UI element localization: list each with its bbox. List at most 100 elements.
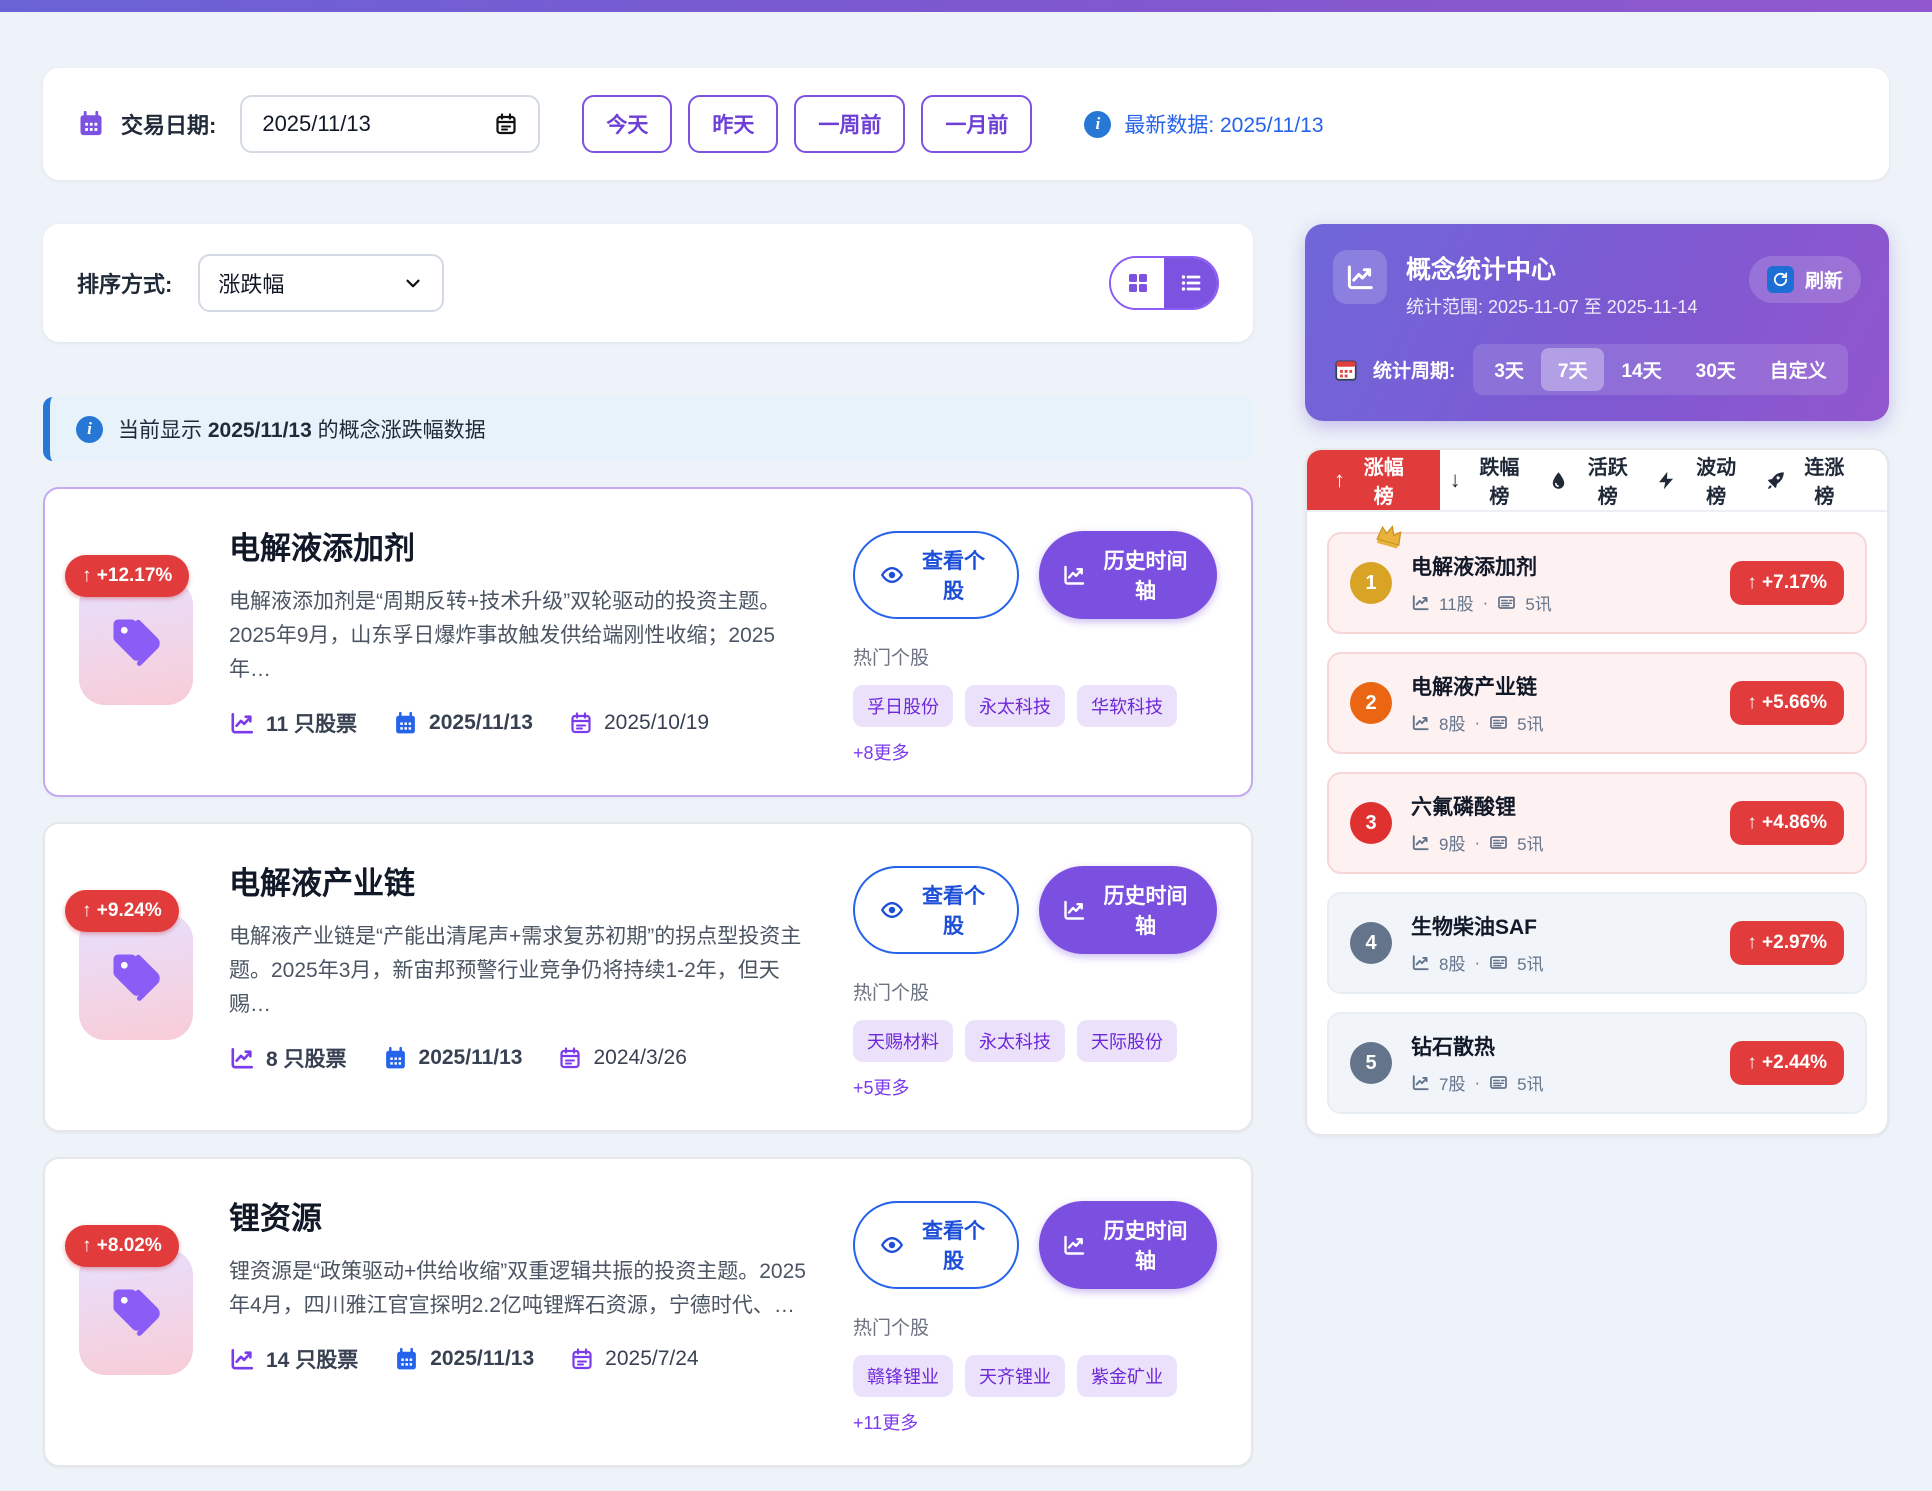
concept-card: ↑ +8.02% 锂资源 锂资源是“政策驱动+供给收缩”双重逻辑共振的投资主题。… xyxy=(43,1157,1253,1467)
view-stocks-button[interactable]: 查看个股 xyxy=(853,531,1019,619)
concept-icon-wrap: ↑ +12.17% xyxy=(79,579,193,705)
quick-today-button[interactable]: 今天 xyxy=(582,95,672,153)
stock-tag[interactable]: 永太科技 xyxy=(965,685,1065,727)
date-filter-card: 交易日期: 2025/11/13 今天 昨天 一周前 一月前 i 最新数据: 2… xyxy=(43,68,1889,180)
period-30d-button[interactable]: 30天 xyxy=(1679,348,1753,391)
update-date: 2025/11/13 xyxy=(394,1347,534,1372)
tab-volatility[interactable]: 波动榜 xyxy=(1646,450,1754,510)
period-14d-button[interactable]: 14天 xyxy=(1604,348,1678,391)
list-icon xyxy=(1179,271,1203,295)
ranking-tabs: ↑ 涨幅榜 ↓ 跌幅榜 活跃榜 波动榜 xyxy=(1307,450,1887,512)
view-stocks-button[interactable]: 查看个股 xyxy=(853,866,1019,954)
create-date: 2025/7/24 xyxy=(570,1347,698,1371)
news-icon xyxy=(1489,953,1508,972)
rank-change-badge: ↑ +7.17% xyxy=(1730,561,1844,605)
stock-tag[interactable]: 华软科技 xyxy=(1077,685,1177,727)
ranking-list: 1 电解液添加剂 11股 · 5讯 ↑ +7.17% xyxy=(1307,512,1887,1134)
dot-separator: · xyxy=(1474,1073,1480,1093)
stock-tag[interactable]: 孚日股份 xyxy=(853,685,953,727)
rank-stock-count: 11股 xyxy=(1439,590,1474,615)
more-stocks-link[interactable]: +8更多 xyxy=(853,739,910,765)
news-icon xyxy=(1489,833,1508,852)
history-timeline-button[interactable]: 历史时间轴 xyxy=(1039,1201,1217,1289)
rank-item[interactable]: 1 电解液添加剂 11股 · 5讯 ↑ +7.17% xyxy=(1327,532,1867,634)
date-input-value: 2025/11/13 xyxy=(262,111,370,137)
top-accent-bar xyxy=(0,0,1932,12)
stock-tag[interactable]: 永太科技 xyxy=(965,1020,1065,1062)
eye-icon xyxy=(880,898,904,922)
view-toggle xyxy=(1109,256,1219,310)
crown-icon xyxy=(1371,516,1408,553)
sort-select[interactable]: 涨跌幅 xyxy=(198,254,444,312)
grid-icon xyxy=(1126,271,1150,295)
ranking-card: ↑ 涨幅榜 ↓ 跌幅榜 活跃榜 波动榜 xyxy=(1305,448,1889,1136)
quick-week-ago-button[interactable]: 一周前 xyxy=(794,95,905,153)
concept-title: 锂资源 xyxy=(229,1193,817,1238)
stock-tag[interactable]: 天际股份 xyxy=(1077,1020,1177,1062)
chart-line-icon xyxy=(1411,833,1430,852)
stock-tag[interactable]: 天齐锂业 xyxy=(965,1355,1065,1397)
rank-item[interactable]: 4 生物柴油SAF 8股 · 5讯 ↑ +2.97% xyxy=(1327,892,1867,994)
news-icon xyxy=(1497,593,1516,612)
refresh-icon xyxy=(1767,266,1794,293)
period-pills: 3天 7天 14天 30天 自定义 xyxy=(1473,344,1847,395)
arrow-down-icon: ↓ xyxy=(1450,467,1461,493)
stock-count: 8 只股票 xyxy=(229,1043,347,1073)
chart-line-icon xyxy=(1062,563,1086,587)
tab-gainers[interactable]: ↑ 涨幅榜 xyxy=(1307,450,1440,510)
rank-item[interactable]: 5 钻石散热 7股 · 5讯 ↑ +2.44% xyxy=(1327,1012,1867,1114)
view-stocks-button[interactable]: 查看个股 xyxy=(853,1201,1019,1289)
period-custom-button[interactable]: 自定义 xyxy=(1753,348,1844,391)
concept-title: 电解液产业链 xyxy=(229,858,817,903)
droplet-icon xyxy=(1548,470,1569,491)
news-icon xyxy=(1489,713,1508,732)
panel-range: 统计范围: 2025-11-07 至 2025-11-14 xyxy=(1406,293,1697,319)
more-stocks-link[interactable]: +5更多 xyxy=(853,1074,910,1100)
rank-change-badge: ↑ +5.66% xyxy=(1730,681,1844,725)
date-input[interactable]: 2025/11/13 xyxy=(240,95,540,153)
tab-losers[interactable]: ↓ 跌幅榜 xyxy=(1440,450,1539,510)
list-view-button[interactable] xyxy=(1164,258,1217,308)
period-3d-button[interactable]: 3天 xyxy=(1477,348,1541,391)
concept-icon-wrap: ↑ +9.24% xyxy=(79,914,193,1040)
latest-data-info: i 最新数据: 2025/11/13 xyxy=(1084,109,1323,139)
period-7d-button[interactable]: 7天 xyxy=(1541,348,1605,391)
chart-line-icon xyxy=(1411,1073,1430,1092)
grid-view-button[interactable] xyxy=(1111,258,1164,308)
rank-news-count: 5讯 xyxy=(1517,950,1543,975)
tab-streak[interactable]: 连涨榜 xyxy=(1755,450,1863,510)
stock-tag[interactable]: 赣锋锂业 xyxy=(853,1355,953,1397)
calendar-icon xyxy=(570,1347,594,1371)
rank-stock-count: 8股 xyxy=(1439,950,1465,975)
rank-item[interactable]: 3 六氟磷酸锂 9股 · 5讯 ↑ +4.86% xyxy=(1327,772,1867,874)
create-date: 2024/3/26 xyxy=(558,1046,686,1070)
concept-card: ↑ +12.17% 电解液添加剂 电解液添加剂是“周期反转+技术升级”双轮驱动的… xyxy=(43,487,1253,797)
tab-active[interactable]: 活跃榜 xyxy=(1538,450,1646,510)
panel-title: 概念统计中心 xyxy=(1406,250,1697,286)
stock-tag[interactable]: 天赐材料 xyxy=(853,1020,953,1062)
history-timeline-button[interactable]: 历史时间轴 xyxy=(1039,531,1217,619)
quick-month-ago-button[interactable]: 一月前 xyxy=(921,95,1032,153)
dot-separator: · xyxy=(1483,593,1489,613)
stock-count: 14 只股票 xyxy=(229,1344,358,1374)
lightning-icon xyxy=(1656,470,1677,491)
concept-stats-panel: 概念统计中心 统计范围: 2025-11-07 至 2025-11-14 刷新 … xyxy=(1305,224,1889,421)
latest-data-text: 最新数据: 2025/11/13 xyxy=(1124,109,1323,139)
period-label: 统计周期: xyxy=(1373,356,1455,383)
calendar-icon xyxy=(77,110,105,138)
stock-tag[interactable]: 紫金矿业 xyxy=(1077,1355,1177,1397)
refresh-button[interactable]: 刷新 xyxy=(1749,256,1861,303)
concept-description: 电解液产业链是“产能出清尾声+需求复苏初期”的拐点型投资主题。2025年3月，新… xyxy=(229,920,817,1022)
rank-stock-count: 8股 xyxy=(1439,710,1465,735)
rank-change-badge: ↑ +2.44% xyxy=(1730,1041,1844,1085)
concept-icon-wrap: ↑ +8.02% xyxy=(79,1249,193,1375)
rank-item[interactable]: 2 电解液产业链 8股 · 5讯 ↑ +5.66% xyxy=(1327,652,1867,754)
chart-line-icon xyxy=(1411,713,1430,732)
rank-news-count: 5讯 xyxy=(1517,710,1543,735)
history-timeline-button[interactable]: 历史时间轴 xyxy=(1039,866,1217,954)
update-date: 2025/11/13 xyxy=(393,711,533,736)
concept-title: 电解液添加剂 xyxy=(229,523,817,568)
quick-yesterday-button[interactable]: 昨天 xyxy=(688,95,778,153)
calendar-picker-icon[interactable] xyxy=(494,112,518,136)
more-stocks-link[interactable]: +11更多 xyxy=(853,1409,918,1435)
